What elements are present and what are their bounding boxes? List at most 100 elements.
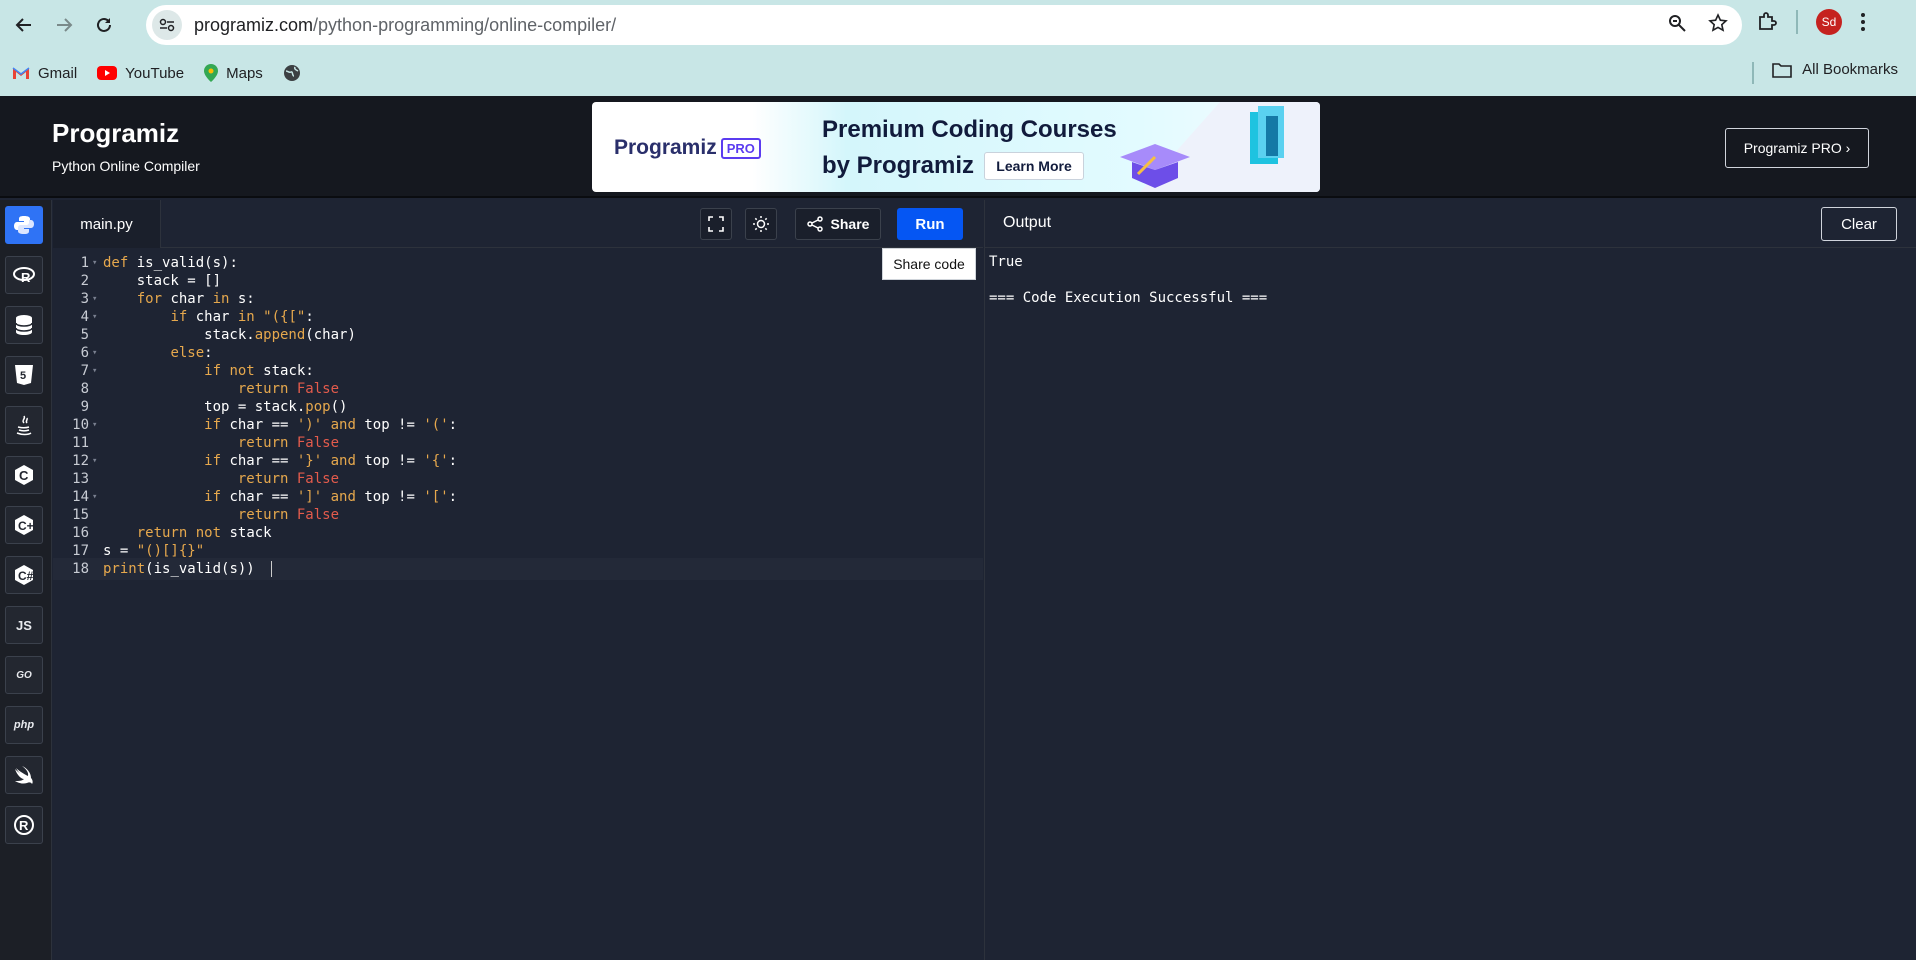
ad-headline-2: by Programiz [822,152,975,179]
editor-toolbar: main.py Share Run [53,200,983,248]
site-settings-icon[interactable] [152,10,182,40]
fullscreen-button[interactable] [700,208,732,240]
fold-toggle-icon[interactable]: ▾ [89,492,103,502]
code-text: top = stack.pop() [103,399,348,415]
share-icon [806,216,823,232]
output-line: === Code Execution Successful === [989,290,1268,306]
run-button[interactable]: Run [897,208,963,240]
fold-toggle-icon[interactable]: ▾ [89,348,103,358]
rail-csharp[interactable]: C# [5,556,43,594]
javascript-icon: JS [16,617,32,633]
bookmark-globe[interactable] [283,64,301,82]
ad-banner[interactable]: Programiz PRO Premium Coding Courses by P… [592,102,1320,192]
line-number: 11 [72,435,89,451]
code-text: return False [237,507,340,523]
browser-toolbar: programiz.com/python-programming/online-… [0,0,1916,50]
fold-toggle-icon[interactable]: ▾ [89,294,103,304]
programiz-logo[interactable]: Programiz [52,118,179,149]
svg-text:5: 5 [20,370,26,382]
output-console[interactable]: True === Code Execution Successful === [984,248,1916,960]
rust-icon: R [14,815,34,835]
rail-html[interactable]: 5 [5,356,43,394]
code-text: if char == ']' and top != '[': [204,489,458,505]
bookmark-youtube[interactable]: YouTube [97,65,184,82]
rail-cpp[interactable]: C+ [5,506,43,544]
zoom-icon[interactable] [1668,14,1686,32]
rail-javascript[interactable]: JS [5,606,43,644]
rail-php[interactable]: php [5,706,43,744]
fold-toggle-icon[interactable]: ▾ [89,258,103,268]
share-button[interactable]: Share [795,208,881,240]
bookmark-gmail[interactable]: Gmail [12,65,77,82]
share-label: Share [830,216,870,232]
code-text: for char in s: [136,291,255,307]
bookmark-label: Maps [226,64,263,82]
code-line[interactable]: 18 print(is_valid(s)) [53,558,983,580]
svg-text:C: C [19,468,29,483]
theme-toggle-button[interactable] [745,208,777,240]
rail-rust[interactable]: R [5,806,43,844]
site-header: Programiz Python Online Compiler Program… [0,96,1916,198]
reload-button[interactable] [88,9,120,41]
ad-headline: Premium Coding Courses [822,116,1117,143]
learn-more-button[interactable]: Learn More [984,152,1084,180]
svg-text:C+: C+ [18,519,34,533]
back-button[interactable] [8,9,40,41]
folder-icon [1772,62,1792,78]
bookmark-star-icon[interactable] [1708,13,1728,33]
line-number: 2 [80,273,89,289]
share-code-tooltip: Share code [882,248,976,280]
toolbar-separator [1796,10,1798,34]
all-bookmarks-label: All Bookmarks [1802,61,1898,78]
code-text: if char in "({[": [170,309,314,325]
compiler-subtitle: Python Online Compiler [52,158,200,174]
address-bar[interactable]: programiz.com/python-programming/online-… [146,5,1742,45]
code-text: if char == ')' and top != '(': [204,417,458,433]
rail-java[interactable] [5,406,43,444]
fold-toggle-icon[interactable]: ▾ [89,366,103,376]
maps-icon [204,64,219,82]
bookmark-maps[interactable]: Maps [204,64,263,82]
url-domain: programiz.com [194,14,314,35]
svg-text:C#: C# [18,569,34,583]
fold-toggle-icon[interactable]: ▾ [89,456,103,466]
code-text: def is_valid(s): [103,255,238,271]
python-icon [14,216,34,234]
code-editor[interactable]: 1 ▾ def is_valid(s): 2 stack = [] 3 ▾ for cha… [53,248,983,960]
code-text: return not stack [136,525,272,541]
url-path: /python-programming/online-compiler/ [313,14,617,35]
menu-kebab-icon[interactable] [1860,12,1866,32]
svg-text:R: R [21,270,31,284]
rail-swift[interactable] [5,756,43,794]
forward-arrow-icon [57,18,73,32]
extensions-icon[interactable] [1756,11,1778,33]
fullscreen-icon [708,216,724,232]
fold-toggle-icon[interactable]: ▾ [89,420,103,430]
line-number: 10 [72,417,89,433]
html5-icon: 5 [15,365,33,385]
forward-button[interactable] [48,9,80,41]
ad-logo: Programiz PRO [614,136,761,160]
fold-toggle-icon[interactable]: ▾ [89,312,103,322]
rail-r[interactable]: R [5,256,43,294]
line-number: 15 [72,507,89,523]
ad-pro-badge: PRO [720,137,761,159]
php-icon: php [13,719,35,731]
code-text: return False [237,381,340,397]
code-text: s = "()[]{}" [103,543,205,559]
java-icon [16,415,32,436]
go-icon: GO [16,669,32,681]
csharp-icon: C# [15,565,34,585]
rail-sql[interactable] [5,306,43,344]
code-text: return False [237,435,340,451]
url-text[interactable]: programiz.com/python-programming/online-… [194,15,616,36]
all-bookmarks-button[interactable]: All Bookmarks [1772,61,1898,78]
clear-button[interactable]: Clear [1821,207,1897,241]
rail-python[interactable] [5,206,43,244]
tab-main-py[interactable]: main.py [53,200,161,248]
rail-go[interactable]: GO [5,656,43,694]
rail-c[interactable]: C [5,456,43,494]
profile-avatar[interactable]: Sd [1816,9,1842,35]
language-sidebar: R 5 C C+ C# JS GO php R [0,200,52,960]
programiz-pro-button[interactable]: Programiz PRO › [1725,128,1869,168]
